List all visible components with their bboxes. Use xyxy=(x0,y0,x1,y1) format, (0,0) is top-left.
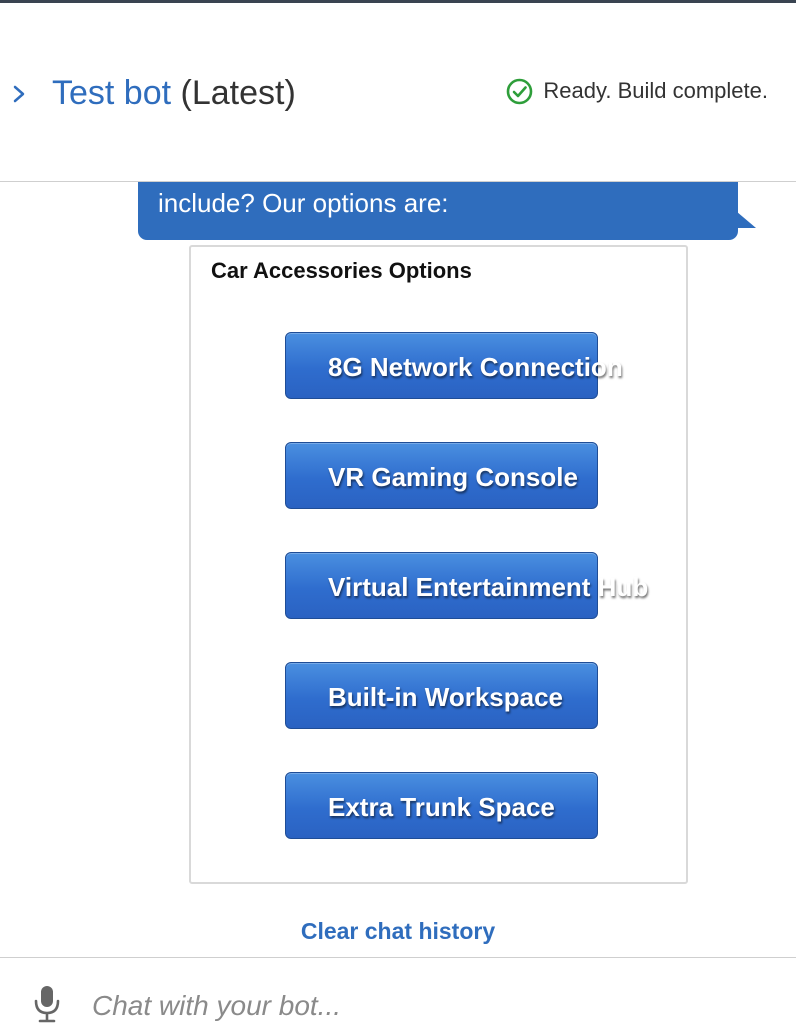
check-circle-icon xyxy=(506,78,533,105)
bubble-tail xyxy=(730,206,756,228)
option-label: VR Gaming Console xyxy=(328,462,578,492)
response-card: Car Accessories Options 8G Network Conne… xyxy=(189,245,688,884)
option-label: Built-in Workspace xyxy=(328,682,564,712)
chat-input[interactable] xyxy=(92,988,772,1024)
panel-title: Test bot (Latest) xyxy=(52,73,296,113)
option-button-built-in-workspace[interactable]: Built-in Workspace xyxy=(285,662,598,729)
option-button-extra-trunk-space[interactable]: Extra Trunk Space xyxy=(285,772,598,839)
test-bot-panel-header: Test bot (Latest) Ready. Build complete. xyxy=(0,3,796,182)
option-button-virtual-entertainment-hub[interactable]: Virtual Entertainment Hub xyxy=(285,552,648,619)
chat-input-bar xyxy=(0,957,796,1035)
status-text: Ready. Build complete. xyxy=(543,78,768,103)
microphone-icon[interactable] xyxy=(32,984,62,1024)
clear-chat-history-link[interactable]: Clear chat history xyxy=(0,918,796,945)
bot-message-text: include? Our options are: xyxy=(158,188,449,218)
option-button-8g-network-connection[interactable]: 8G Network Connection xyxy=(285,332,623,399)
option-label: Extra Trunk Space xyxy=(328,792,555,822)
version-label: (Latest) xyxy=(180,74,296,112)
test-bot-link[interactable]: Test bot xyxy=(52,74,171,112)
option-label: Virtual Entertainment Hub xyxy=(328,572,649,602)
option-button-vr-gaming-console[interactable]: VR Gaming Console xyxy=(285,442,598,509)
chevron-right-icon[interactable] xyxy=(8,83,30,105)
card-title: Car Accessories Options xyxy=(211,258,472,283)
build-status: Ready. Build complete. xyxy=(506,75,768,107)
option-label: 8G Network Connection xyxy=(328,352,623,382)
chat-conversation-area[interactable]: include? Our options are: Car Accessorie… xyxy=(0,182,796,957)
